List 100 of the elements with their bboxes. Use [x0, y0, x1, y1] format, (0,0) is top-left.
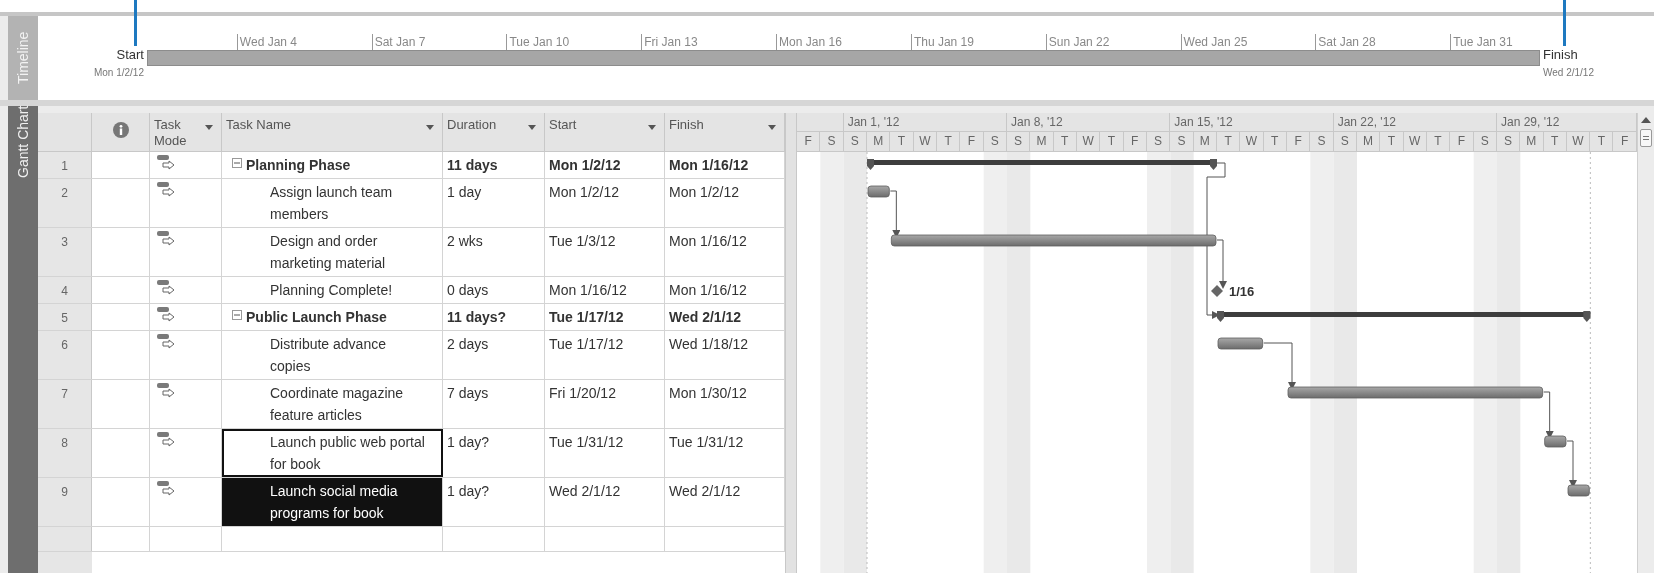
row-number[interactable]: 7	[38, 380, 92, 428]
day-label: M	[1356, 132, 1381, 151]
day-label: T	[890, 132, 914, 151]
day-label: S	[1496, 132, 1521, 151]
start-date: Mon 1/2/12	[545, 152, 665, 178]
bar-arrow-icon	[156, 181, 176, 197]
day-label: S	[1310, 132, 1334, 151]
task-bar[interactable]	[1567, 484, 1590, 497]
day-label: S	[1146, 132, 1171, 151]
day-label: T	[1100, 132, 1124, 151]
timeline-finish-date: Wed 2/1/12	[1543, 66, 1594, 80]
duration: 0 days	[443, 277, 545, 303]
task-name: Launch social media programs for book	[270, 482, 399, 523]
day-label: W	[1566, 132, 1591, 151]
start-date: Tue 1/17/12	[545, 331, 665, 379]
callout-line	[134, 0, 137, 46]
summary-bar[interactable]	[1217, 311, 1591, 322]
day-label: F	[1286, 132, 1311, 151]
row-number[interactable]: 1	[38, 152, 92, 178]
task-bar[interactable]	[890, 234, 1217, 247]
day-label: S	[843, 132, 867, 151]
column-header[interactable]: Start	[545, 113, 665, 151]
day-label: W	[1240, 132, 1264, 151]
row-number[interactable]: 4	[38, 277, 92, 303]
task-name: Launch public web portal for book	[270, 433, 426, 474]
day-label: T	[936, 132, 961, 151]
day-label: S	[1006, 132, 1031, 151]
task-name: Assign launch team members	[270, 183, 394, 224]
row-number[interactable]: 6	[38, 331, 92, 379]
scrollbar[interactable]	[1637, 113, 1654, 573]
bar-arrow-icon	[156, 382, 176, 398]
timeline-start-label: Start	[116, 46, 144, 64]
task-bar[interactable]	[1287, 386, 1544, 399]
day-label: M	[1520, 132, 1544, 151]
caret-icon	[205, 125, 213, 130]
info-icon	[112, 122, 129, 138]
task-bar[interactable]	[1544, 435, 1567, 448]
row-number[interactable]: 8	[38, 429, 92, 477]
start-date: Tue 1/17/12	[545, 304, 665, 330]
duration: 1 day	[443, 179, 545, 227]
day-label: S	[820, 132, 844, 151]
bar-arrow-icon	[156, 333, 176, 349]
task-name-cell[interactable]: Launch public web portal for book	[222, 429, 443, 477]
day-label: T	[1216, 132, 1241, 151]
column-header[interactable]: Task Mode	[150, 113, 222, 151]
caret-icon	[768, 125, 776, 130]
task-name-cell[interactable]: Coordinate magazine feature articles	[222, 380, 443, 428]
task-name-cell[interactable]: Assign launch team members	[222, 179, 443, 227]
week-label: Jan 29, '12	[1496, 113, 1637, 131]
milestone-diamond[interactable]	[1211, 285, 1223, 297]
duration: 1 day?	[443, 429, 545, 477]
task-name-cell[interactable]: Launch social media programs for book	[222, 478, 443, 526]
caret-icon	[648, 125, 656, 130]
day-label: W	[1403, 132, 1427, 151]
row-number[interactable]: 9	[38, 478, 92, 526]
day-label: F	[1123, 132, 1147, 151]
day-label: S	[983, 132, 1007, 151]
task-name-cell[interactable]: Distribute advance copies	[222, 331, 443, 379]
task-name-cell[interactable]: Planning Phase	[222, 152, 443, 178]
column-header[interactable]: Task Name	[222, 113, 443, 151]
day-label: T	[1380, 132, 1404, 151]
duration: 11 days?	[443, 304, 545, 330]
day-label: S	[1473, 132, 1497, 151]
gantt-chart-tab[interactable]: Gantt Chart	[8, 106, 38, 573]
duration: 11 days	[443, 152, 545, 178]
caret-icon	[528, 125, 536, 130]
start-date: Fri 1/20/12	[545, 380, 665, 428]
scroll-up-icon[interactable]	[1641, 117, 1651, 123]
scroll-thumb[interactable]	[1640, 129, 1652, 147]
day-label: W	[913, 132, 937, 151]
task-name-cell[interactable]: Public Launch Phase	[222, 304, 443, 330]
day-label: W	[1076, 132, 1101, 151]
column-header[interactable]: Duration	[443, 113, 545, 151]
row-number[interactable]: 5	[38, 304, 92, 330]
row-number[interactable]: 3	[38, 228, 92, 276]
bar-arrow-icon	[156, 230, 176, 246]
day-label: T	[1263, 132, 1287, 151]
bar-arrow-icon	[156, 480, 176, 496]
task-bar[interactable]	[1217, 337, 1264, 350]
task-name-cell[interactable]: Design and order marketing material	[222, 228, 443, 276]
day-label: F	[797, 132, 821, 151]
bar-arrow-icon	[156, 154, 176, 170]
collapse-icon[interactable]	[232, 158, 242, 168]
day-label: T	[1590, 132, 1614, 151]
caret-icon	[426, 125, 434, 130]
summary-bar[interactable]	[867, 159, 1217, 170]
week-label: Jan 1, '12	[843, 113, 1007, 131]
week-label: Jan 8, '12	[1007, 113, 1171, 131]
collapse-icon[interactable]	[232, 310, 242, 320]
start-date: Mon 1/2/12	[545, 179, 665, 227]
task-name: Planning Phase	[246, 156, 351, 175]
row-number[interactable]: 2	[38, 179, 92, 227]
callout-line	[1563, 0, 1566, 46]
day-label: F	[960, 132, 984, 151]
day-label: T	[1426, 132, 1451, 151]
day-label: M	[1193, 132, 1217, 151]
task-name-cell[interactable]: Planning Complete!	[222, 277, 443, 303]
task-bar[interactable]	[867, 185, 890, 198]
day-label: M	[867, 132, 891, 151]
day-label: T	[1543, 132, 1567, 151]
